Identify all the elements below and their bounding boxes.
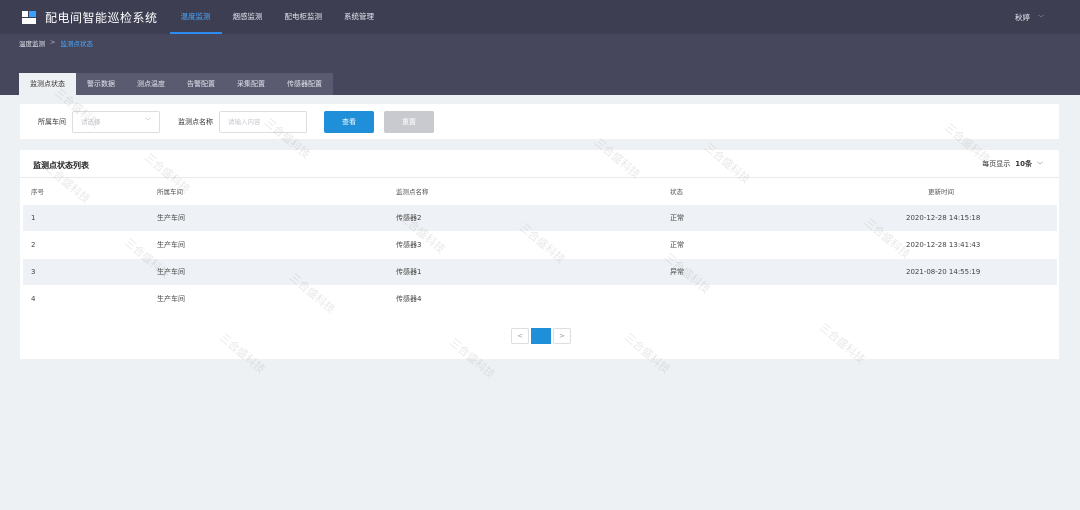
column-header-workshop: 所属车间 bbox=[157, 188, 183, 196]
user-menu[interactable]: 秋婷 ﹀ bbox=[1015, 0, 1044, 34]
tab-collect-config[interactable]: 采集配置 bbox=[226, 73, 276, 95]
next-page-button[interactable]: > bbox=[553, 328, 571, 344]
cell-workshop: 生产车间 bbox=[157, 214, 185, 222]
cell-updated: 2020-12-28 13:41:43 bbox=[906, 241, 981, 249]
cell-status: 正常 bbox=[670, 241, 684, 249]
app-logo: 配电间智能巡检系统 bbox=[22, 9, 158, 26]
tab-alarm-config[interactable]: 告警配置 bbox=[176, 73, 226, 95]
nav-temperature[interactable]: 温度监测 bbox=[169, 0, 222, 34]
main-nav: 温度监测 烟感监测 配电柜监测 系统管理 bbox=[169, 0, 386, 34]
cell-index: 4 bbox=[31, 295, 36, 303]
workshop-select[interactable]: 请选择 ﹀ bbox=[72, 110, 160, 133]
prev-page-button[interactable]: < bbox=[511, 328, 529, 344]
breadcrumb-current: 监测点状态 bbox=[60, 40, 93, 48]
tab-bar: 监测点状态 警示数据 测点温度 告警配置 采集配置 传感器配置 bbox=[19, 73, 333, 95]
cell-status: 正常 bbox=[670, 214, 684, 222]
logo-icon bbox=[22, 10, 36, 24]
column-header-updated: 更新时间 bbox=[928, 188, 954, 196]
cell-point-name: 传感器1 bbox=[396, 268, 422, 276]
tab-sensor-config[interactable]: 传感器配置 bbox=[276, 73, 333, 95]
cell-index: 3 bbox=[31, 268, 36, 276]
status-table-card: 监测点状态列表 每页显示 10条 ﹀ 序号 所属车间 监测点名称 状态 更新时间… bbox=[20, 150, 1059, 359]
cell-point-name: 传感器3 bbox=[396, 241, 422, 249]
cell-workshop: 生产车间 bbox=[157, 268, 185, 276]
cell-updated: 2020-12-28 14:15:18 bbox=[906, 214, 981, 222]
breadcrumb-separator: > bbox=[50, 38, 56, 46]
workshop-select-placeholder: 请选择 bbox=[81, 117, 101, 126]
nav-system[interactable]: 系统管理 bbox=[333, 0, 385, 34]
chevron-down-icon: ﹀ bbox=[1037, 14, 1044, 22]
workshop-label: 所属车间 bbox=[38, 117, 66, 126]
page-size-label: 每页显示 bbox=[982, 160, 1011, 168]
column-header-status: 状态 bbox=[670, 188, 683, 196]
cell-updated: 2021-08-20 14:55:19 bbox=[906, 268, 981, 276]
table-row[interactable]: 4 生产车间 传感器4 bbox=[23, 286, 1057, 312]
sub-header: 温度监测 > 监测点状态 监测点状态 警示数据 测点温度 告警配置 采集配置 传… bbox=[0, 34, 1080, 95]
cell-index: 1 bbox=[31, 214, 36, 222]
cell-point-name: 传感器2 bbox=[396, 214, 422, 222]
page-size-select[interactable]: 每页显示 10条 ﹀ bbox=[982, 159, 1043, 169]
breadcrumb-root[interactable]: 温度监测 bbox=[19, 38, 45, 48]
table-row[interactable]: 2 生产车间 传感器3 正常 2020-12-28 13:41:43 bbox=[23, 232, 1057, 258]
cell-status: 异常 bbox=[670, 268, 684, 276]
page-1-button[interactable]: 1 bbox=[531, 328, 551, 344]
search-button[interactable]: 查看 bbox=[324, 110, 374, 133]
user-name: 秋婷 bbox=[1014, 12, 1030, 22]
table-row[interactable]: 3 生产车间 传感器1 异常 2021-08-20 14:55:19 bbox=[23, 259, 1057, 285]
table-title: 监测点状态列表 bbox=[33, 161, 89, 170]
cell-point-name: 传感器4 bbox=[396, 295, 422, 303]
point-name-input[interactable] bbox=[219, 110, 307, 133]
breadcrumb: 温度监测 > 监测点状态 bbox=[19, 38, 93, 48]
nav-smoke[interactable]: 烟感监测 bbox=[222, 0, 274, 34]
tab-point-temperature[interactable]: 测点温度 bbox=[126, 73, 176, 95]
nav-cabinet[interactable]: 配电柜监测 bbox=[274, 0, 334, 34]
page-size-value: 10条 bbox=[1015, 160, 1032, 168]
app-title: 配电间智能巡检系统 bbox=[45, 10, 158, 25]
cell-index: 2 bbox=[31, 241, 36, 249]
table-header: 序号 所属车间 监测点名称 状态 更新时间 bbox=[23, 182, 1057, 200]
chevron-down-icon: ﹀ bbox=[144, 117, 151, 125]
column-header-point-name: 监测点名称 bbox=[396, 188, 429, 196]
cell-workshop: 生产车间 bbox=[157, 295, 185, 303]
tab-alert-data[interactable]: 警示数据 bbox=[76, 73, 126, 95]
cell-workshop: 生产车间 bbox=[157, 241, 185, 249]
point-name-label: 监测点名称 bbox=[178, 117, 213, 126]
divider bbox=[20, 177, 1059, 178]
pagination: < 1 > bbox=[511, 328, 573, 344]
filter-panel: 所属车间 请选择 ﹀ 监测点名称 查看 重置 bbox=[20, 104, 1059, 139]
table-row[interactable]: 1 生产车间 传感器2 正常 2020-12-28 14:15:18 bbox=[23, 205, 1057, 231]
column-header-index: 序号 bbox=[31, 188, 44, 196]
tab-point-status[interactable]: 监测点状态 bbox=[19, 73, 76, 95]
chevron-down-icon: ﹀ bbox=[1036, 161, 1043, 169]
reset-button[interactable]: 重置 bbox=[384, 110, 434, 133]
top-bar: 配电间智能巡检系统 温度监测 烟感监测 配电柜监测 系统管理 秋婷 ﹀ bbox=[0, 0, 1080, 34]
